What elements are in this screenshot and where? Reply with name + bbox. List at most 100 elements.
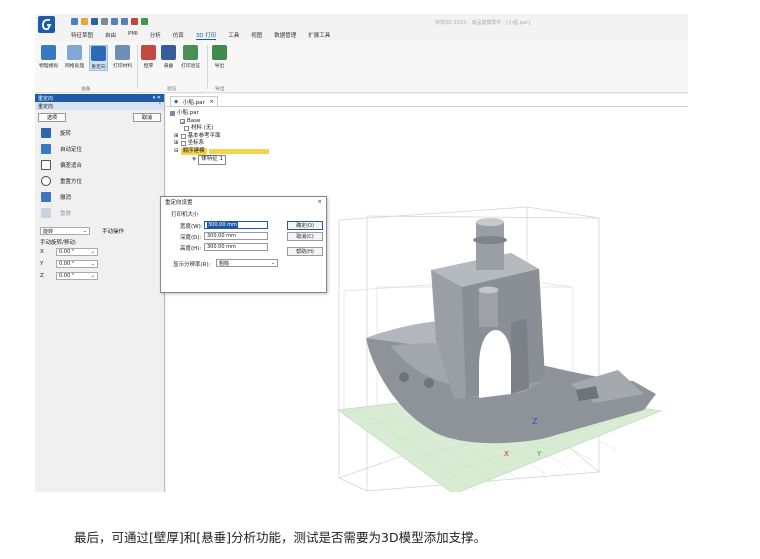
part-tree: 小船.par ✓ Base 材料 (无) ⊞ 基本参考平面 ⊞ 坐标系 ⊟ 顺序建模 ◈… <box>170 110 269 165</box>
tree-coord-sys[interactable]: ⊞ 坐标系 <box>170 140 269 148</box>
rotate-y-input[interactable]: 0.00 ° ⌄ <box>56 260 98 268</box>
rotate-x-input[interactable]: 0.00 ° ⌄ <box>56 248 98 256</box>
chevron-down-icon: ⌄ <box>270 260 275 266</box>
overhang-icon <box>161 45 176 60</box>
chevron-down-icon: ⌄ <box>90 261 95 267</box>
dialog-close-icon[interactable]: × <box>317 199 322 205</box>
mode-row: 旋转 ⌄ 手动操作 <box>35 225 164 237</box>
manual-label: 手动旋转/移动: <box>40 239 77 246</box>
export-icon <box>212 45 227 60</box>
menu-feature[interactable]: 特征草图 <box>71 31 93 40</box>
mode-select[interactable]: 旋转 ⌄ <box>40 227 90 235</box>
redo-icon <box>41 208 51 218</box>
verify-icon <box>183 45 199 60</box>
tree-material[interactable]: 材料 (无) <box>170 125 269 133</box>
wall-thickness-icon <box>141 45 156 60</box>
options-icon[interactable] <box>131 18 138 25</box>
body-icon: ◈ <box>192 156 197 162</box>
height-label: 高度(H): <box>180 246 202 252</box>
ribbon: 物理模拟 网格处理 重定向 打印材料 壁厚 悬垂 打印验证 导出 准备 验证 导… <box>35 41 688 93</box>
menu-extensions[interactable]: 扩展工具 <box>308 31 330 40</box>
quick-access-bar: 快刻3D 2023 - 成品建模零件 - [小船.par] <box>35 14 688 33</box>
rotate-z-input[interactable]: 0.00 ° ⌄ <box>56 272 98 280</box>
axis-row-z: Z 0.00 ° ⌄ <box>35 270 164 282</box>
chevron-down-icon: ⌄ <box>82 228 87 234</box>
reset-orientation-item[interactable]: 重置方位 <box>35 173 164 189</box>
z-axis-label: Z <box>532 417 538 426</box>
undo-item[interactable]: 撤消 <box>35 189 164 205</box>
plate-grid <box>360 393 627 492</box>
axis-row-y: Y 0.00 ° ⌄ <box>35 258 164 270</box>
export-button[interactable]: 导出 <box>212 45 227 69</box>
material-icon <box>115 45 131 60</box>
build-plate <box>337 387 663 492</box>
tree-ref-planes[interactable]: ⊞ 基本参考平面 <box>170 133 269 141</box>
rotate-icon <box>41 128 51 138</box>
auto-position-icon <box>41 144 51 154</box>
menu-free[interactable]: 自由 <box>105 31 116 40</box>
tree-base[interactable]: ✓ Base <box>170 118 269 126</box>
width-input[interactable]: 300.00 mm <box>204 221 268 229</box>
menu-analysis[interactable]: 分析 <box>150 31 161 40</box>
panel-buttons: 选项 取消 <box>35 110 164 125</box>
undo-icon <box>41 192 51 202</box>
3d-viewport[interactable]: ◆ 小船.par × 小船.par ✓ Base 材料 (无) ⊞ 基本参考平面 ⊞ 坐标… <box>166 94 688 492</box>
redo-icon[interactable] <box>121 18 128 25</box>
menu-simulation[interactable]: 仿真 <box>173 31 184 40</box>
dialog-help-button[interactable]: 帮助(H) <box>287 247 323 256</box>
tree-ordered[interactable]: ⊟ 顺序建模 <box>170 147 269 155</box>
help-icon[interactable] <box>141 18 148 25</box>
manual-mode-label: 手动操作 <box>102 229 125 235</box>
options-button[interactable]: 选项 <box>38 113 66 122</box>
y-axis-label: Y <box>536 450 542 458</box>
width-label: 宽度(W): <box>180 224 203 230</box>
group-prepare: 准备 <box>81 87 91 92</box>
overhang-button[interactable]: 悬垂 <box>161 45 176 69</box>
resolution-select[interactable]: 粗糙 ⌄ <box>216 259 278 267</box>
redo-item[interactable]: 重做 <box>35 205 164 221</box>
mesh-button[interactable]: 网格处理 <box>65 45 84 69</box>
part-icon <box>170 111 175 117</box>
rotate-item[interactable]: 旋转 <box>35 125 164 141</box>
tree-body-feature[interactable]: ◈ 体特征 1 <box>170 155 269 165</box>
pin-icon[interactable]: ▾ ✕ <box>153 95 161 101</box>
menu-bar: 特征草图 自由 PMI 分析 仿真 3D 打印 工具 视图 数据管理 扩展工具 <box>71 31 342 40</box>
deviation-fit-item[interactable]: 偏差适合 <box>35 157 164 173</box>
tree-root[interactable]: 小船.par <box>170 110 269 118</box>
undo-icon[interactable] <box>111 18 118 25</box>
menu-pmi[interactable]: PMI <box>128 31 138 40</box>
checkbox-icon: ✓ <box>180 118 186 126</box>
collapse-icon[interactable]: ˄ <box>159 103 162 109</box>
build-volume-outer <box>338 206 600 492</box>
panel-cancel-button[interactable]: 取消 <box>133 113 161 122</box>
height-input[interactable]: 300.00 mm <box>204 243 268 251</box>
physics-sim-button[interactable]: 物理模拟 <box>39 45 58 69</box>
menu-tools[interactable]: 工具 <box>228 31 239 40</box>
document-tab[interactable]: ◆ 小船.par × <box>170 96 218 106</box>
material-icon <box>184 126 189 132</box>
physics-icon <box>41 45 57 60</box>
print-material-button[interactable]: 打印材料 <box>113 45 132 69</box>
depth-input[interactable]: 300.00 mm <box>204 232 268 240</box>
menu-data[interactable]: 数据管理 <box>274 31 296 40</box>
auto-position-item[interactable]: 自动定位 <box>35 141 164 157</box>
wall-thickness-button[interactable]: 壁厚 <box>141 45 156 69</box>
reorient-button[interactable]: 重定向 <box>89 45 108 71</box>
save-icon[interactable] <box>91 18 98 25</box>
resolution-label: 显示分辨率(R): <box>173 262 211 268</box>
menu-view[interactable]: 视图 <box>251 31 262 40</box>
mesh-icon <box>67 45 83 60</box>
close-tab-icon[interactable]: × <box>209 99 214 105</box>
dialog-ok-button[interactable]: 确定(O) <box>287 221 323 230</box>
open-icon[interactable] <box>81 18 88 25</box>
dialog-cancel-button[interactable]: 取消(C) <box>287 232 323 241</box>
menu-3d-print[interactable]: 3D 打印 <box>195 31 217 40</box>
print-icon[interactable] <box>101 18 108 25</box>
print-verify-button[interactable]: 打印验证 <box>181 45 200 69</box>
axis-row-x: X 0.00 ° ⌄ <box>35 246 164 258</box>
chevron-down-icon: ⌄ <box>90 249 95 255</box>
new-icon[interactable] <box>71 18 78 25</box>
boat-model <box>366 218 656 444</box>
app-logo-icon[interactable] <box>38 16 55 33</box>
chevron-down-icon: ⌄ <box>90 273 95 279</box>
